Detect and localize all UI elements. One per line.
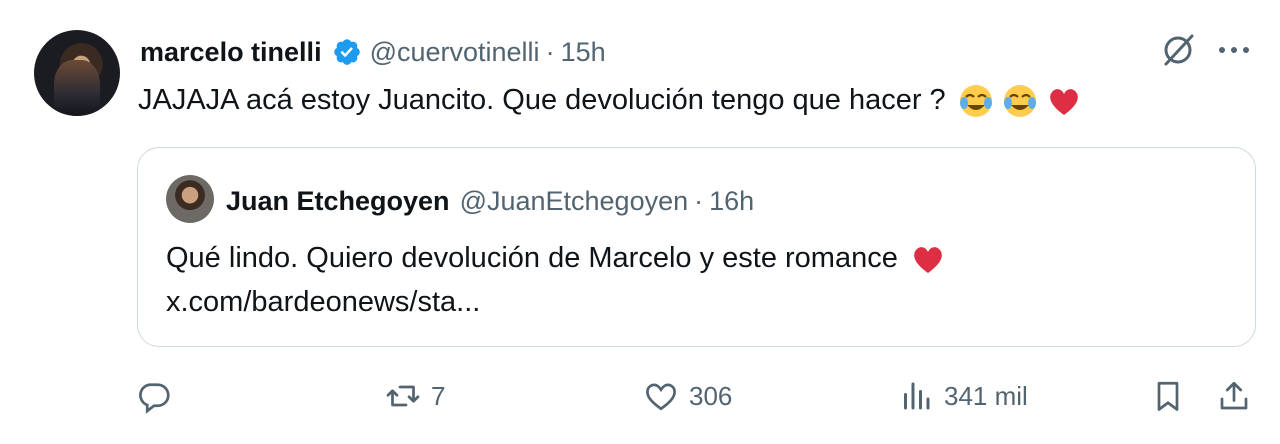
views-count: 341 mil [944,380,1028,411]
like-count: 306 [689,380,733,411]
quoted-text-content: Qué lindo. Quiero devolución de Marcelo … [166,242,898,274]
reply-button[interactable] [136,370,182,422]
quoted-tweet-header: Juan Etchegoyen @JuanEtchegoyen · 16h [226,178,754,224]
tweet-actions: 7 306 341 mil [0,370,1280,422]
retweet-count: 7 [431,380,446,411]
header-separator: · [545,36,555,67]
like-button[interactable]: 306 [643,370,732,422]
views-button[interactable]: 341 mil [898,370,1028,422]
bookmark-button[interactable] [1150,370,1186,422]
quoted-author-name: Juan Etchegoyen [226,185,450,216]
more-options-icon[interactable] [1216,38,1252,62]
grok-icon[interactable] [1158,30,1198,70]
share-icon [1220,381,1248,410]
tweet[interactable]: marcelo tinelli @cuervotinelli · 15h JAJ… [0,0,1280,444]
tears-of-joy-emoji-icon [959,85,992,118]
author-handle[interactable]: @cuervotinelli [370,37,540,68]
tears-of-joy-emoji-icon [1003,85,1036,118]
author-name[interactable]: marcelo tinelli [140,37,322,68]
quoted-tweet[interactable]: Juan Etchegoyen @JuanEtchegoyen · 16h Qu… [137,147,1256,347]
retweet-button[interactable]: 7 [385,370,445,422]
quoted-author-handle: @JuanEtchegoyen [459,185,689,216]
red-heart-emoji-icon [914,247,942,274]
quoted-tweet-text: Qué lindo. Quiero devolución de Marcelo … [166,236,946,324]
tweet-header: marcelo tinelli @cuervotinelli · 15h [140,32,606,72]
quoted-text-line-1: Qué lindo. Quiero devolución de Marcelo … [166,236,946,280]
retweet-icon [386,385,420,407]
views-icon [904,382,930,410]
quoted-author-avatar[interactable] [166,175,214,223]
quoted-link[interactable]: x.com/bardeonews/sta... [166,280,946,324]
bookmark-icon [1157,381,1179,411]
red-heart-emoji-icon [1050,89,1078,116]
author-avatar[interactable] [34,30,120,116]
verified-badge-icon [333,39,360,65]
share-button[interactable] [1216,370,1252,422]
tweet-text-content: JAJAJA acá estoy Juancito. Que devolució… [138,84,946,116]
reply-icon [139,383,170,414]
tweet-text: JAJAJA acá estoy Juancito. Que devolució… [138,80,1082,120]
quoted-tweet-time: 16h [709,185,755,216]
quoted-header-separator: · [694,185,704,216]
tweet-time[interactable]: 15h [561,37,606,68]
like-icon [646,383,676,411]
